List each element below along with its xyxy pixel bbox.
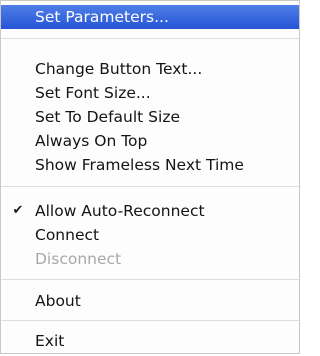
menu-item-set-font-size[interactable]: Set Font Size... xyxy=(1,81,299,105)
menu-separator xyxy=(1,279,299,280)
menu-item-change-button-text[interactable]: Change Button Text... xyxy=(1,57,299,81)
menu-item-allow-auto-reconnect[interactable]: ✔ Allow Auto-Reconnect xyxy=(1,199,299,223)
menu-item-label: About xyxy=(35,292,81,310)
menu-separator xyxy=(1,186,299,187)
menu-item-label: Set Font Size... xyxy=(35,84,151,102)
menu-item-label: Always On Top xyxy=(35,132,148,150)
menu-item-label: Allow Auto-Reconnect xyxy=(35,202,205,220)
menu-item-connect[interactable]: Connect xyxy=(1,223,299,247)
menu-separator xyxy=(1,38,299,39)
menu-item-label: Connect xyxy=(35,226,100,244)
menu-item-label: Set To Default Size xyxy=(35,108,181,126)
menu-item-set-parameters[interactable]: Set Parameters... xyxy=(1,5,299,29)
menu-item-label: Disconnect xyxy=(35,250,122,268)
menu-item-exit[interactable]: Exit xyxy=(1,329,299,353)
menu-item-label: Exit xyxy=(35,332,65,350)
menu-item-show-frameless-next-time[interactable]: Show Frameless Next Time xyxy=(1,153,299,177)
context-menu: Set Parameters... Change Button Text... … xyxy=(0,0,300,354)
menu-item-about[interactable]: About xyxy=(1,289,299,313)
menu-item-disconnect: Disconnect xyxy=(1,247,299,271)
menu-separator xyxy=(1,320,299,321)
menu-item-label: Change Button Text... xyxy=(35,60,203,78)
menu-item-always-on-top[interactable]: Always On Top xyxy=(1,129,299,153)
menu-item-label: Show Frameless Next Time xyxy=(35,156,244,174)
checkmark-icon: ✔ xyxy=(12,203,24,218)
menu-item-set-to-default-size[interactable]: Set To Default Size xyxy=(1,105,299,129)
menu-item-label: Set Parameters... xyxy=(35,8,169,26)
